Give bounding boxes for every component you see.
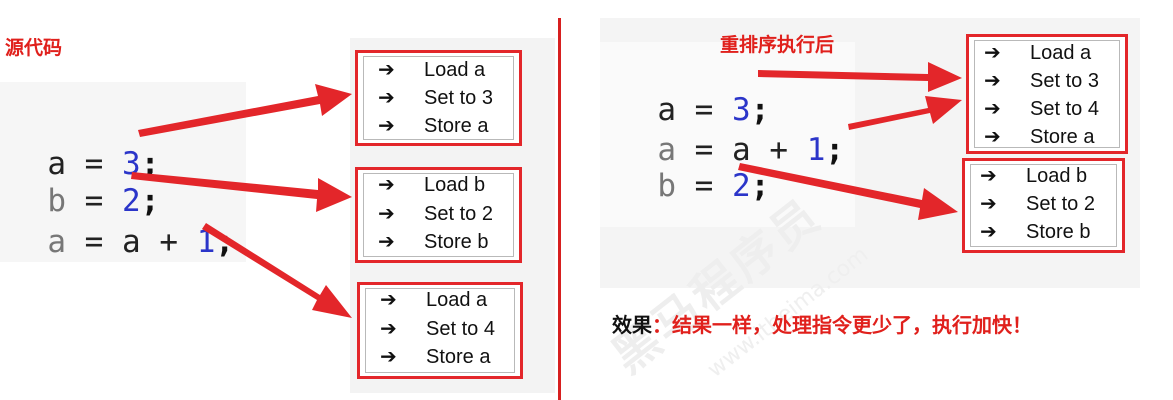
connector-arrows [131, 62, 962, 318]
arrow-a3-to-box1 [138, 84, 352, 137]
arrow-right-a4 [848, 96, 962, 130]
arrow-b2-to-box2 [131, 172, 352, 212]
arrow-right-b2 [738, 163, 958, 220]
arrow-a4-to-box3 [202, 223, 352, 318]
arrow-right-a3 [758, 62, 962, 92]
